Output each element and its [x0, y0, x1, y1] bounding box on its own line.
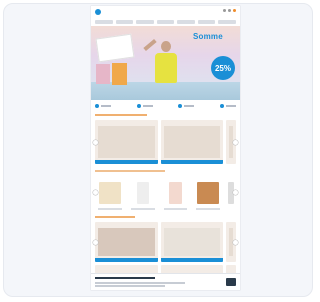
- nav-item[interactable]: [156, 20, 175, 24]
- usp-item: [136, 104, 153, 108]
- nav-item[interactable]: [218, 20, 237, 24]
- product-card[interactable]: [193, 176, 223, 212]
- hero-banner[interactable]: Somme 25%: [91, 26, 240, 100]
- cookie-banner-text: [95, 282, 185, 284]
- product-tile[interactable]: [95, 120, 158, 164]
- product-image: [98, 126, 155, 158]
- usp-text: [184, 105, 195, 107]
- search-icon[interactable]: [223, 9, 226, 12]
- product-image: [163, 126, 220, 158]
- carousel-next-button[interactable]: [233, 140, 238, 145]
- tile-image: [98, 228, 155, 256]
- main-nav: [95, 20, 237, 24]
- product-image: [168, 182, 183, 204]
- usp-item: [95, 104, 111, 108]
- usp-text: [142, 105, 153, 107]
- product-card[interactable]: [127, 176, 158, 212]
- inspiration-tile[interactable]: [95, 222, 158, 262]
- nav-item[interactable]: [136, 20, 154, 24]
- usp-item: [178, 104, 195, 108]
- hero-person-arm: [143, 38, 157, 52]
- nav-item[interactable]: [197, 20, 216, 24]
- usp-item: [219, 104, 236, 108]
- product-image: [197, 182, 219, 204]
- nav-item[interactable]: [115, 20, 134, 24]
- usp-strip: [95, 103, 236, 109]
- product-label: [160, 160, 223, 164]
- hero-photo-card: [95, 33, 135, 63]
- section-heading-text: [95, 216, 135, 218]
- photo-products-row: [95, 120, 236, 164]
- check-icon: [178, 104, 183, 108]
- product-image: [136, 182, 149, 204]
- product-name: [98, 208, 122, 210]
- nav-item[interactable]: [177, 20, 195, 24]
- gift-products-row: [95, 176, 236, 212]
- user-icon[interactable]: [228, 9, 231, 12]
- section-heading: [95, 216, 135, 218]
- product-name: [163, 208, 188, 210]
- carousel-prev-button[interactable]: [93, 240, 98, 245]
- check-icon: [219, 104, 224, 108]
- section-heading: [95, 170, 165, 172]
- top-bar: [91, 6, 240, 16]
- check-icon: [95, 104, 99, 108]
- hero-title: Somme: [193, 32, 223, 41]
- cookie-banner-text: [95, 285, 165, 287]
- hero-person: [143, 38, 181, 95]
- carousel-next-button[interactable]: [233, 240, 238, 245]
- tile-label: [95, 258, 158, 262]
- usp-text: [101, 105, 111, 107]
- carousel-next-button[interactable]: [233, 190, 238, 195]
- logo[interactable]: [95, 8, 103, 15]
- webpage: Somme 25%: [91, 6, 240, 290]
- hero-product-orange: [112, 63, 127, 85]
- inspiration-row: [95, 222, 236, 262]
- tile-label: [160, 258, 223, 262]
- product-name: [130, 208, 155, 210]
- hero-person-head: [161, 41, 171, 52]
- inspiration-tile[interactable]: [160, 222, 223, 262]
- product-card[interactable]: [95, 176, 125, 212]
- tile-image: [163, 228, 220, 256]
- header-icons: [223, 9, 236, 12]
- cookie-banner: [91, 273, 240, 290]
- nav-item[interactable]: [95, 20, 113, 24]
- product-label: [95, 160, 158, 164]
- hero-person-shirt: [155, 53, 177, 83]
- section-heading: [95, 114, 147, 116]
- carousel-prev-button[interactable]: [93, 190, 98, 195]
- cookie-accept-button[interactable]: [226, 278, 236, 286]
- product-name: [196, 208, 220, 210]
- hero-discount-badge: 25%: [211, 56, 235, 80]
- section-heading-text: [95, 170, 165, 172]
- cookie-banner-title: [95, 277, 155, 279]
- section-heading-text: [95, 114, 147, 116]
- carousel-prev-button[interactable]: [93, 140, 98, 145]
- logo-icon: [95, 8, 101, 15]
- product-card[interactable]: [160, 176, 191, 212]
- check-icon: [136, 104, 141, 108]
- cart-icon[interactable]: [233, 9, 236, 12]
- hero-product-pink: [96, 64, 110, 84]
- product-tile[interactable]: [160, 120, 223, 164]
- product-image: [99, 182, 121, 204]
- usp-text: [225, 105, 236, 107]
